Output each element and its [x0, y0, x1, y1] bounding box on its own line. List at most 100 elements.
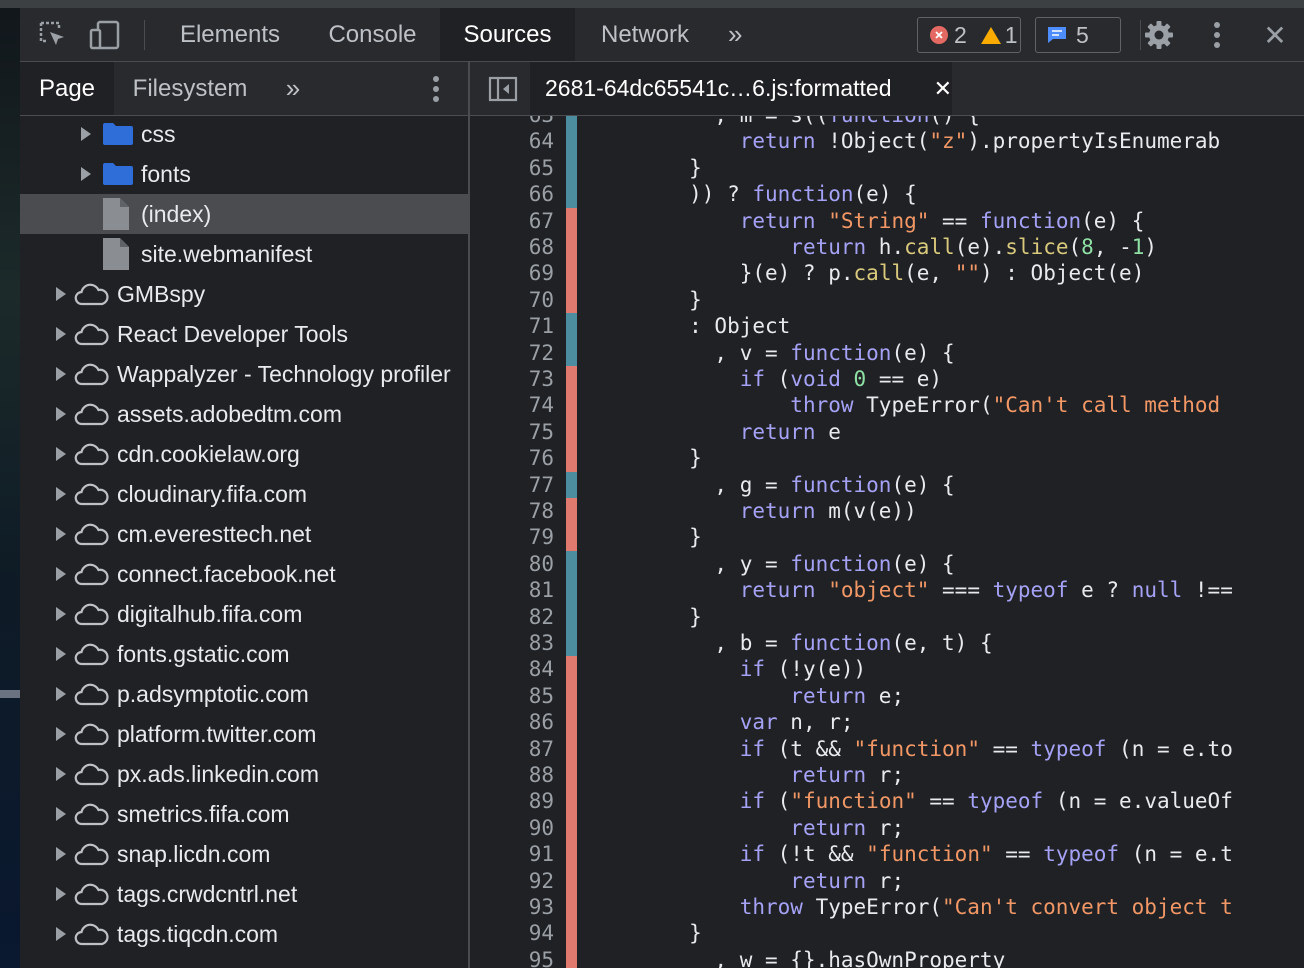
tree-item[interactable]: cloudinary.fifa.com — [20, 474, 468, 514]
tree-item[interactable]: cdn.cookielaw.org — [20, 434, 468, 474]
expand-arrow-icon[interactable] — [56, 527, 66, 541]
expand-arrow-icon[interactable] — [56, 927, 66, 941]
expand-arrow-icon[interactable] — [56, 367, 66, 381]
line-number[interactable]: 65 — [470, 155, 554, 181]
line-number[interactable]: 78 — [470, 498, 554, 524]
tree-item[interactable]: smetrics.fifa.com — [20, 794, 468, 834]
line-number[interactable]: 94 — [470, 920, 554, 946]
line-number[interactable]: 69 — [470, 260, 554, 286]
line-number[interactable]: 80 — [470, 551, 554, 577]
expand-arrow-icon[interactable] — [56, 447, 66, 461]
tree-item[interactable]: digitalhub.fifa.com — [20, 594, 468, 634]
expand-arrow-icon[interactable] — [56, 807, 66, 821]
expand-arrow-icon[interactable] — [56, 287, 66, 301]
tree-item[interactable]: assets.adobedtm.com — [20, 394, 468, 434]
more-tabs-chevron-icon[interactable]: » — [728, 8, 742, 61]
tab-network[interactable]: Network — [580, 8, 710, 61]
tree-item[interactable]: site.webmanifest — [20, 234, 468, 274]
inspect-element-icon[interactable] — [36, 18, 70, 52]
line-number[interactable]: 91 — [470, 841, 554, 867]
line-number[interactable]: 71 — [470, 313, 554, 339]
line-number[interactable]: 77 — [470, 472, 554, 498]
expand-arrow-icon[interactable] — [56, 327, 66, 341]
line-number[interactable]: 95 — [470, 947, 554, 968]
line-number[interactable]: 76 — [470, 445, 554, 471]
line-number[interactable]: 83 — [470, 630, 554, 656]
tree-item[interactable]: px.ads.linkedin.com — [20, 754, 468, 794]
line-number[interactable]: 63 — [470, 116, 554, 128]
line-number[interactable]: 64 — [470, 128, 554, 154]
expand-arrow-icon[interactable] — [81, 127, 91, 141]
tab-console[interactable]: Console — [305, 8, 440, 61]
expand-arrow-icon[interactable] — [56, 407, 66, 421]
tab-sources[interactable]: Sources — [440, 8, 575, 61]
tab-page[interactable]: Page — [20, 62, 114, 115]
line-number[interactable]: 79 — [470, 524, 554, 550]
tree-item[interactable]: fonts — [20, 154, 468, 194]
line-number[interactable]: 82 — [470, 604, 554, 630]
tree-item[interactable]: (index) — [20, 194, 468, 234]
device-toolbar-icon[interactable] — [88, 18, 122, 52]
tree-item[interactable]: connect.facebook.net — [20, 554, 468, 594]
tab-filesystem[interactable]: Filesystem — [120, 62, 260, 115]
code-editor[interactable]: 63 , m = s((function() {64 return !Objec… — [470, 116, 1304, 968]
messages-counter[interactable]: 5 — [1035, 17, 1121, 53]
line-number[interactable]: 67 — [470, 208, 554, 234]
line-number[interactable]: 73 — [470, 366, 554, 392]
line-number[interactable]: 85 — [470, 683, 554, 709]
tree-item-label: assets.adobedtm.com — [117, 400, 343, 427]
expand-arrow-icon[interactable] — [56, 887, 66, 901]
tree-item[interactable]: tags.tiqcdn.com — [20, 914, 468, 954]
error-warning-counter[interactable]: 2 1 — [917, 17, 1021, 53]
line-number[interactable]: 89 — [470, 788, 554, 814]
expand-arrow-icon[interactable] — [56, 847, 66, 861]
line-number[interactable]: 87 — [470, 736, 554, 762]
tree-item[interactable]: tags.crwdcntrl.net — [20, 874, 468, 914]
tree-item[interactable]: Wappalyzer - Technology profiler — [20, 354, 468, 394]
tree-item[interactable]: cm.everesttech.net — [20, 514, 468, 554]
line-number[interactable]: 84 — [470, 656, 554, 682]
tree-item[interactable]: snap.licdn.com — [20, 834, 468, 874]
tree-item-label: p.adsymptotic.com — [117, 680, 309, 707]
expand-arrow-icon[interactable] — [56, 687, 66, 701]
expand-arrow-icon[interactable] — [56, 567, 66, 581]
code-line: 73 if (void 0 == e) — [470, 366, 1304, 393]
line-number[interactable]: 93 — [470, 894, 554, 920]
code-text: }(e) ? p.call(e, "") : Object(e) — [588, 261, 1145, 286]
more-options-kebab-icon[interactable] — [1200, 18, 1234, 52]
code-line: 66 )) ? function(e) { — [470, 181, 1304, 208]
close-devtools-icon[interactable]: ✕ — [1258, 18, 1292, 52]
tree-item[interactable]: p.adsymptotic.com — [20, 674, 468, 714]
navigator-menu-kebab-icon[interactable] — [424, 62, 448, 115]
expand-arrow-icon[interactable] — [56, 487, 66, 501]
settings-gear-icon[interactable] — [1142, 18, 1176, 52]
expand-arrow-icon[interactable] — [81, 167, 91, 181]
line-number[interactable]: 66 — [470, 181, 554, 207]
tree-item[interactable]: GMBspy — [20, 274, 468, 314]
line-number[interactable]: 92 — [470, 868, 554, 894]
tab-elements[interactable]: Elements — [160, 8, 300, 61]
line-number[interactable]: 81 — [470, 577, 554, 603]
line-number[interactable]: 72 — [470, 340, 554, 366]
expand-arrow-icon[interactable] — [56, 727, 66, 741]
code-line: 89 if ("function" == typeof (n = e.value… — [470, 788, 1304, 815]
line-number[interactable]: 75 — [470, 419, 554, 445]
line-number[interactable]: 90 — [470, 815, 554, 841]
tree-item[interactable]: fonts.gstatic.com — [20, 634, 468, 674]
expand-arrow-icon[interactable] — [56, 607, 66, 621]
toggle-navigator-icon[interactable] — [488, 74, 518, 104]
line-number[interactable]: 74 — [470, 392, 554, 418]
coverage-marker — [566, 946, 577, 968]
line-number[interactable]: 70 — [470, 287, 554, 313]
open-file-tab[interactable]: 2681-64dc65541c…6.js:formatted ✕ — [530, 62, 952, 115]
more-navigator-tabs-chevron-icon[interactable]: » — [278, 62, 308, 115]
line-number[interactable]: 86 — [470, 709, 554, 735]
tree-item[interactable]: platform.twitter.com — [20, 714, 468, 754]
expand-arrow-icon[interactable] — [56, 647, 66, 661]
tree-item[interactable]: React Developer Tools — [20, 314, 468, 354]
close-tab-icon[interactable]: ✕ — [934, 76, 952, 102]
tree-item[interactable]: css — [20, 116, 468, 154]
expand-arrow-icon[interactable] — [56, 767, 66, 781]
line-number[interactable]: 68 — [470, 234, 554, 260]
line-number[interactable]: 88 — [470, 762, 554, 788]
